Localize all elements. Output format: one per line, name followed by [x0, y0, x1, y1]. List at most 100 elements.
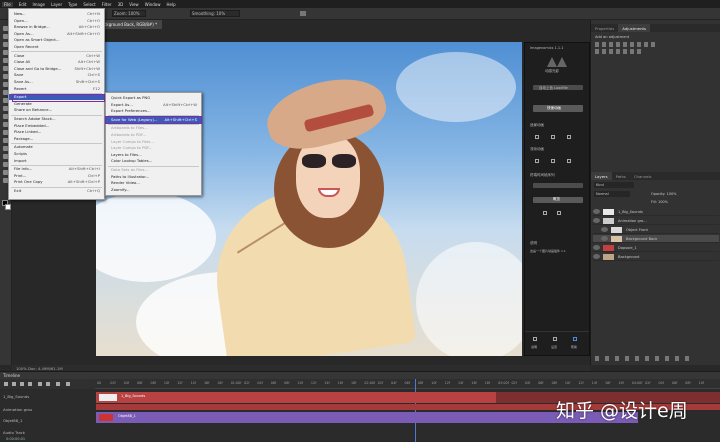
visibility-eye-icon[interactable] [601, 227, 608, 232]
file-menu-item[interactable]: Open As... Alt+Shift+Ctrl+O [9, 31, 104, 37]
audio-icon[interactable] [38, 382, 42, 386]
file-menu-item[interactable]: Close and Go to Bridge... Shift+Ctrl+W [9, 66, 104, 72]
menu-edit[interactable]: Edit [19, 2, 27, 7]
export-menu-item[interactable]: Layer Comps to PDF... [106, 145, 201, 151]
plugin-hand-icon[interactable] [535, 159, 539, 163]
file-menu-item[interactable]: Automate [9, 144, 104, 150]
plugin-help-icon[interactable] [573, 337, 577, 341]
file-menu-item[interactable]: New... Ctrl+N [9, 11, 104, 17]
file-menu-item[interactable]: Save Ctrl+S [9, 72, 104, 78]
export-menu-item[interactable]: Artboards to PDF... [106, 132, 201, 138]
layer-row[interactable]: Dopsole_1 [593, 244, 719, 252]
file-menu-item[interactable]: Open Recent [9, 44, 104, 50]
first-frame-icon[interactable] [4, 382, 8, 386]
export-menu-item[interactable]: Layers to Files... [106, 152, 201, 158]
menu-select[interactable]: Select [83, 2, 95, 7]
export-menu-item[interactable]: Color Lookup Tables... [106, 158, 201, 164]
track-label[interactable]: Audio Track [3, 430, 25, 435]
plugin-footer-tab-1[interactable]: 说明 [531, 345, 537, 349]
visibility-eye-icon[interactable] [593, 209, 600, 214]
file-menu-item[interactable]: File Info... Alt+Shift+Ctrl+I [9, 166, 104, 172]
menu-image[interactable]: Image [32, 2, 45, 7]
file-menu-item[interactable]: Import [9, 158, 104, 164]
visibility-eye-icon[interactable] [601, 236, 608, 241]
file-menu-item[interactable]: Exit Ctrl+Q [9, 188, 104, 194]
tab-layers[interactable]: Layers [591, 172, 612, 180]
layers-footer-icons[interactable] [595, 356, 695, 361]
file-menu-item[interactable]: Browse in Bridge... Alt+Ctrl+O [9, 24, 104, 30]
plugin-monitor-icon[interactable] [533, 337, 537, 341]
export-menu-item[interactable]: Export Preferences... [106, 108, 201, 114]
track-label[interactable]: 1_Big_Sounds [3, 394, 29, 399]
export-menu-item[interactable]: Data Sets as Files... [106, 167, 201, 173]
file-menu-item[interactable]: Open... Ctrl+O [9, 18, 104, 24]
plugin-stop-icon[interactable] [543, 211, 547, 215]
export-menu-item[interactable]: Export As... Alt+Shift+Ctrl+W [106, 102, 201, 108]
plugin-play-icon[interactable] [551, 159, 555, 163]
plugin-check-icon[interactable] [567, 159, 571, 163]
file-menu-item[interactable]: Place Linked... [9, 129, 104, 135]
plugin-gear-icon[interactable] [553, 337, 557, 341]
file-menu-item[interactable]: Share on Behance... [9, 107, 104, 113]
export-menu-item[interactable]: Layer Comps to Files... [106, 139, 201, 145]
fill-label[interactable]: Fill: 100% [651, 200, 668, 204]
adjustment-icons-row[interactable] [595, 49, 641, 54]
plugin-pause-icon[interactable] [557, 211, 561, 215]
tab-paths[interactable]: Paths [612, 172, 630, 180]
menu-window[interactable]: Window [145, 2, 161, 7]
menu-type[interactable]: Type [68, 2, 77, 7]
tab-adjustments[interactable]: Adjustments [618, 24, 650, 32]
tab-properties[interactable]: Properties [591, 24, 618, 32]
timeline-clip[interactable]: 1_Big_Sounds [96, 392, 496, 403]
plugin-doc-icon[interactable] [535, 135, 539, 139]
document-canvas-photo[interactable] [96, 42, 522, 356]
visibility-eye-icon[interactable] [593, 245, 600, 250]
menu-3d[interactable]: 3D [118, 2, 124, 7]
file-menu-item[interactable]: Print... Ctrl+P [9, 173, 104, 179]
menu-layer[interactable]: Layer [51, 2, 62, 7]
timeline-ruler[interactable]: 00 02f 04f 06f 08f 10f 12f 14f 16f 18f 01:00f 02f 04… [95, 379, 720, 389]
menu-view[interactable]: View [129, 2, 139, 7]
split-icon[interactable] [56, 382, 60, 386]
menu-filter[interactable]: Filter [102, 2, 112, 7]
plugin-frame-field[interactable] [533, 183, 583, 188]
visibility-eye-icon[interactable] [593, 218, 600, 223]
layer-row[interactable]: 1_Big_Sounds [593, 208, 719, 216]
tab-channels[interactable]: Channels [630, 172, 656, 180]
layer-row[interactable]: Object Front [593, 226, 719, 234]
export-menu-item[interactable]: Zoomify... [106, 187, 201, 193]
file-menu-item[interactable]: Scripts [9, 151, 104, 157]
next-frame-icon[interactable] [28, 382, 32, 386]
plugin-play-icon[interactable] [567, 135, 571, 139]
settings-gear-icon[interactable] [300, 11, 306, 16]
file-menu-item[interactable]: Open as Smart Object... [9, 37, 104, 43]
layer-row[interactable]: Background [593, 253, 719, 261]
prev-frame-icon[interactable] [12, 382, 16, 386]
file-menu-item[interactable]: Search Adobe Stock... [9, 116, 104, 122]
adjustment-icons-row[interactable] [595, 42, 655, 47]
opacity-label[interactable]: Opacity: 100% [651, 192, 677, 196]
plugin-arrow-icon[interactable] [551, 135, 555, 139]
export-menu-item[interactable]: Render Video... [106, 180, 201, 186]
blend-mode-select[interactable]: Normal [594, 191, 630, 197]
track-label[interactable]: Objet88_1 [3, 418, 22, 423]
layer-kind-filter[interactable]: Kind [594, 182, 634, 188]
visibility-eye-icon[interactable] [593, 254, 600, 259]
file-menu-item[interactable]: Package... [9, 136, 104, 142]
file-menu-item[interactable]: Revert F12 [9, 86, 104, 92]
playhead[interactable] [415, 379, 416, 442]
export-menu-item[interactable]: Paths to Illustrator... [106, 174, 201, 180]
export-menu-item[interactable]: Quick Export as PNG [106, 95, 201, 101]
menu-file[interactable]: File [2, 1, 13, 7]
settings-icon[interactable] [46, 382, 50, 386]
layer-row-selected[interactable]: Background Back [593, 235, 719, 243]
plugin-footer-tab-2[interactable]: 设置 [551, 345, 557, 349]
file-menu-item[interactable]: Close All Alt+Ctrl+W [9, 59, 104, 65]
track-label[interactable]: Animation grou [3, 407, 32, 412]
layer-row[interactable]: Animation gro... [593, 217, 719, 225]
plugin-footer-tab-3[interactable]: 帮助 [571, 345, 577, 349]
export-menu-item[interactable]: Artboards to Files... [106, 125, 201, 131]
transition-icon[interactable] [66, 382, 70, 386]
file-menu-item[interactable]: Close Ctrl+W [9, 53, 104, 59]
menu-help[interactable]: Help [166, 2, 175, 7]
